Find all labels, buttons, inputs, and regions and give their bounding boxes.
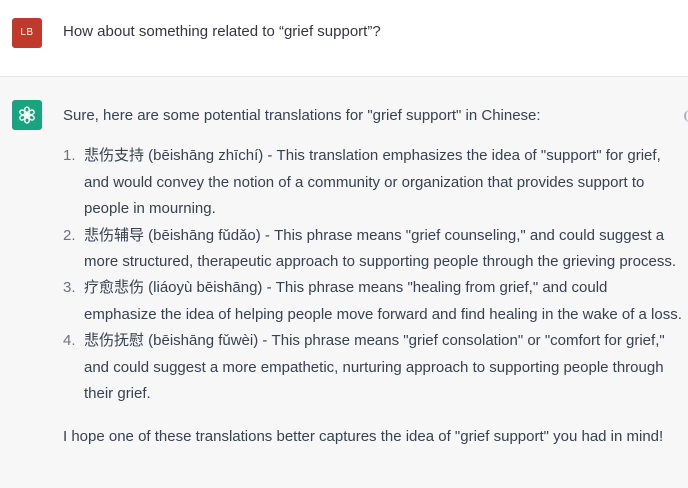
- list-item-text: 疗愈悲伤 (liáoyù bēishāng) - This phrase mea…: [84, 279, 682, 323]
- user-message: LB How about something related to “grief…: [0, 0, 688, 77]
- list-item-text: 悲伤抚慰 (bēishāng fǔwèi) - This phrase mean…: [84, 332, 665, 403]
- assistant-outro: I hope one of these translations better …: [63, 428, 664, 446]
- user-message-text: How about something related to “grief su…: [63, 23, 381, 40]
- list-item-text: 悲伤支持 (bēishāng zhīchí) - This translatio…: [84, 147, 661, 218]
- assistant-message: Sure, here are some potential translatio…: [0, 77, 688, 488]
- openai-logo-icon: [12, 100, 42, 130]
- assistant-message-body: Sure, here are some potential translatio…: [63, 103, 683, 451]
- list-item-number: 1.: [63, 147, 76, 165]
- list-item: 2. 悲伤辅导 (bēishāng fǔdǎo) - This phrase m…: [63, 223, 683, 276]
- side-handle-icon: [684, 110, 688, 122]
- list-item: 1. 悲伤支持 (bēishāng zhīchí) - This transla…: [63, 143, 683, 222]
- list-item: 4. 悲伤抚慰 (bēishāng fǔwèi) - This phrase m…: [63, 328, 683, 407]
- list-item-number: 3.: [63, 279, 76, 297]
- user-avatar: LB: [12, 18, 42, 48]
- translation-list: 1. 悲伤支持 (bēishāng zhīchí) - This transla…: [63, 143, 683, 407]
- assistant-intro: Sure, here are some potential translatio…: [63, 107, 541, 124]
- list-item-text: 悲伤辅导 (bēishāng fǔdǎo) - This phrase mean…: [84, 226, 677, 271]
- list-item-number: 4.: [63, 332, 76, 350]
- list-item: 3. 疗愈悲伤 (liáoyù bēishāng) - This phrase …: [63, 275, 683, 328]
- list-item-number: 2.: [63, 226, 76, 244]
